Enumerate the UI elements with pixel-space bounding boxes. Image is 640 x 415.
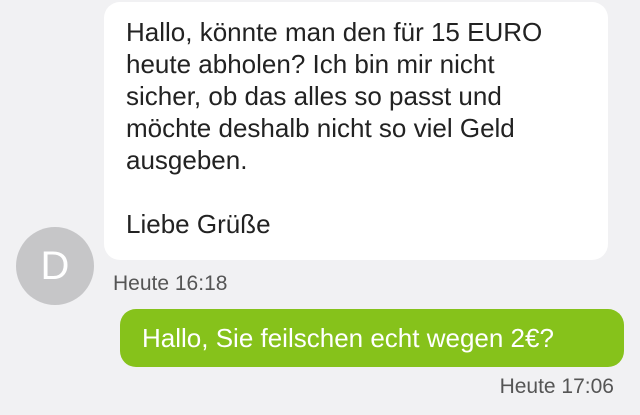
incoming-message-line: Liebe Grüße (126, 209, 271, 239)
incoming-message-line: ausgeben. (126, 145, 248, 175)
incoming-message-line: sicher, ob das alles so passt und (126, 81, 502, 111)
outgoing-message-bubble[interactable]: Hallo, Sie feilschen echt wegen 2€? (120, 309, 624, 367)
outgoing-message-timestamp: Heute 17:06 (499, 375, 614, 398)
chat-thread: Hallo, könnte man den für 15 EURO heute … (0, 0, 640, 415)
incoming-message-bubble[interactable]: Hallo, könnte man den für 15 EURO heute … (104, 2, 608, 260)
incoming-message-timestamp: Heute 16:18 (113, 272, 228, 295)
incoming-message-blank-line (126, 176, 590, 208)
incoming-message-line: heute abholen? Ich bin mir nicht (126, 49, 495, 79)
incoming-message-line: Hallo, könnte man den für 15 EURO (126, 17, 543, 47)
sender-avatar[interactable]: D (16, 227, 94, 305)
incoming-message-line: möchte deshalb nicht so viel Geld (126, 113, 515, 143)
